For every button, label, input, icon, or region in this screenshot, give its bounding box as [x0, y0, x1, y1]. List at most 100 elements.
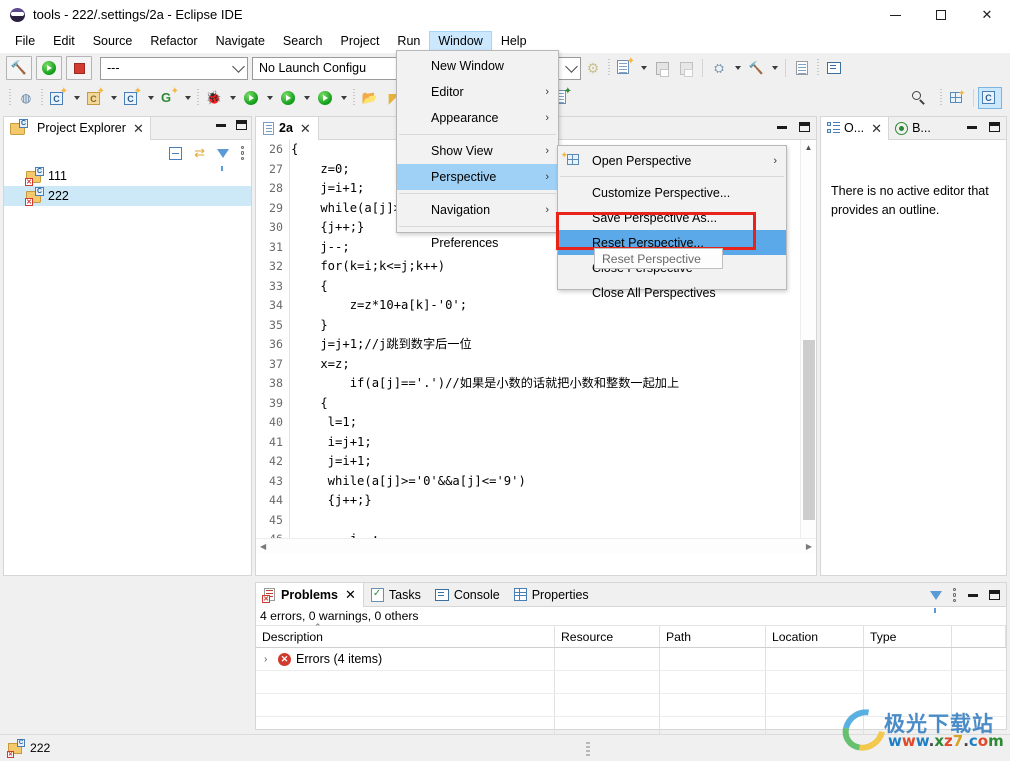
menu-project[interactable]: Project [332, 31, 389, 52]
collapse-all-icon[interactable] [169, 146, 183, 160]
menu-item-close-all-perspectives[interactable]: Close All Perspectives [558, 280, 786, 305]
run-last-tool-button[interactable] [276, 87, 300, 109]
editor-vertical-scrollbar[interactable]: ▲ ▼ [800, 140, 816, 554]
debug-button[interactable]: 🐞 [202, 87, 226, 109]
new-source-button[interactable]: G ✦ [157, 87, 181, 109]
tab-problems[interactable]: ✕ Problems ✕ [256, 582, 364, 607]
tab-project-explorer[interactable]: C Project Explorer ✕ [4, 116, 151, 140]
run-last-tool-dropdown[interactable] [300, 87, 313, 109]
minimize-icon[interactable] [968, 593, 978, 597]
view-menu-icon[interactable] [953, 588, 957, 602]
scrollbar-thumb[interactable] [803, 340, 815, 520]
new-c-project-button[interactable]: C ✦ [46, 87, 70, 109]
menu-item-appearance[interactable]: Appearance › [397, 105, 558, 131]
editor-horizontal-scrollbar[interactable]: ◀ ▶ [256, 538, 816, 554]
skip-breakpoints-button[interactable]: ◍ [14, 87, 38, 109]
menu-item-perspective[interactable]: Perspective › [397, 164, 558, 190]
close-icon[interactable]: ✕ [871, 122, 882, 135]
menu-item-new-window[interactable]: New Window [397, 53, 558, 79]
close-icon[interactable]: ✕ [300, 122, 311, 135]
debug-dropdown[interactable] [226, 87, 239, 109]
list-item[interactable]: C ✕ 222 [4, 186, 251, 206]
table-row[interactable]: › ✕ Errors (4 items) [256, 648, 1006, 671]
menu-item-save-perspective-as[interactable]: Save Perspective As... [558, 205, 786, 230]
maximize-icon[interactable] [989, 590, 1000, 600]
menu-item-editor[interactable]: Editor › [397, 79, 558, 105]
build-config-dropdown[interactable] [768, 57, 781, 79]
build-button[interactable]: 🔨 [6, 56, 32, 80]
tab-outline[interactable]: O... ✕ [821, 116, 890, 140]
new-c-folder-dropdown[interactable] [107, 87, 120, 109]
binary-button[interactable] [790, 57, 814, 79]
expand-twisty-icon[interactable]: › [264, 654, 276, 665]
column-location[interactable]: Location [766, 626, 864, 647]
menu-item-customize-perspective[interactable]: Customize Perspective... [558, 180, 786, 205]
console-button[interactable] [822, 57, 846, 79]
minimize-icon[interactable] [967, 125, 977, 129]
menu-navigate[interactable]: Navigate [207, 31, 274, 52]
new-source-dropdown[interactable] [181, 87, 194, 109]
column-type[interactable]: Type [864, 626, 952, 647]
launch-settings-button[interactable]: ⚙ [581, 57, 605, 79]
tab-2a[interactable]: 2a ✕ [256, 116, 319, 140]
tab-tasks[interactable]: Tasks [364, 583, 428, 607]
close-icon[interactable]: ✕ [345, 587, 356, 603]
menu-run[interactable]: Run [388, 31, 429, 52]
menu-item-preferences[interactable]: Preferences [397, 230, 558, 256]
close-icon[interactable]: ✕ [133, 122, 144, 135]
menu-search[interactable]: Search [274, 31, 332, 52]
menu-source[interactable]: Source [84, 31, 142, 52]
column-resource[interactable]: Resource [555, 626, 660, 647]
scroll-left-icon[interactable]: ◀ [260, 542, 266, 551]
column-description[interactable]: Description ⌃ [256, 622, 555, 647]
menu-help[interactable]: Help [492, 31, 536, 52]
maximize-icon[interactable] [799, 122, 810, 132]
build-all-dropdown[interactable] [731, 57, 744, 79]
menu-edit[interactable]: Edit [44, 31, 84, 52]
run2-button[interactable] [239, 87, 263, 109]
table-row[interactable] [256, 671, 1006, 694]
scroll-up-icon[interactable]: ▲ [801, 140, 816, 155]
filter-icon[interactable] [930, 590, 942, 613]
launch-config-combo[interactable]: --- [100, 56, 248, 80]
view-menu-icon[interactable] [241, 146, 245, 160]
maximize-icon[interactable] [236, 120, 247, 130]
run2-dropdown[interactable] [263, 87, 276, 109]
new-c-class-dropdown[interactable] [144, 87, 157, 109]
save-all-button[interactable] [674, 57, 698, 79]
scroll-right-icon[interactable]: ▶ [806, 542, 812, 551]
link-with-editor-icon[interactable]: ⇄ [194, 145, 205, 161]
new-c-class-button[interactable]: C ✦ [120, 87, 144, 109]
open-perspective-button[interactable]: ✦ [945, 87, 969, 109]
tab-console[interactable]: Console [428, 583, 507, 607]
menu-file[interactable]: File [6, 31, 44, 52]
menu-refactor[interactable]: Refactor [141, 31, 206, 52]
profile-button[interactable] [313, 87, 337, 109]
new-dropdown[interactable] [637, 57, 650, 79]
close-button[interactable]: ✕ [964, 0, 1010, 30]
maximize-button[interactable] [918, 0, 964, 30]
profile-dropdown[interactable] [337, 87, 350, 109]
menu-window[interactable]: Window [429, 31, 492, 52]
open-type-button[interactable]: 📂 [358, 87, 382, 109]
column-path[interactable]: Path [660, 626, 766, 647]
list-item[interactable]: C ✕ 111 [4, 166, 251, 186]
tab-properties[interactable]: Properties [507, 583, 596, 607]
build-config-button[interactable]: 🔨 [744, 57, 768, 79]
minimize-icon[interactable] [216, 123, 226, 127]
table-row[interactable] [256, 694, 1006, 717]
minimize-button[interactable] [872, 0, 918, 30]
menu-item-show-view[interactable]: Show View › [397, 138, 558, 164]
filter-icon[interactable] [217, 148, 229, 171]
search-button[interactable] [907, 87, 931, 109]
maximize-icon[interactable] [989, 122, 1000, 132]
new-c-folder-button[interactable]: C ✦ [83, 87, 107, 109]
run-button[interactable] [36, 56, 62, 80]
menu-item-navigation[interactable]: Navigation › [397, 197, 558, 223]
no-launch-config-combo[interactable]: No Launch Configu [252, 56, 404, 80]
new-c-project-dropdown[interactable] [70, 87, 83, 109]
save-button[interactable] [650, 57, 674, 79]
build-all-button[interactable]: ⛭ [707, 57, 731, 79]
menu-item-open-perspective[interactable]: ✦ Open Perspective › [558, 148, 786, 173]
minimize-icon[interactable] [777, 125, 787, 129]
